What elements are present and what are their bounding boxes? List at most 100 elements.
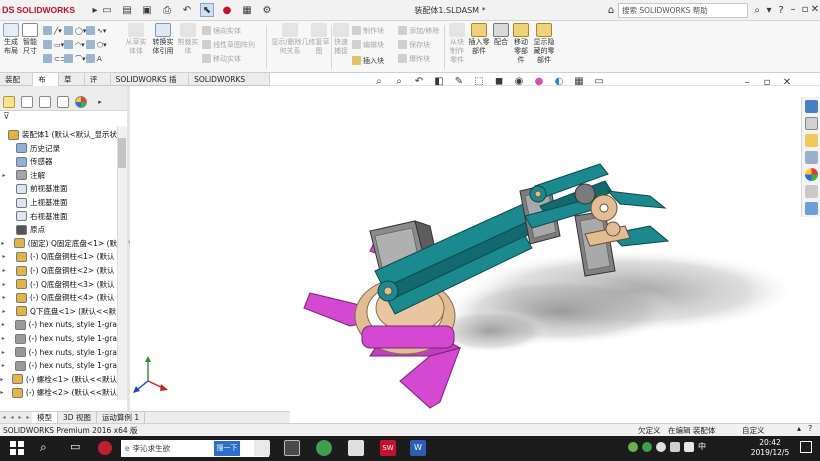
configuration-manager-tab-icon[interactable] <box>39 96 51 108</box>
more-tabs-icon[interactable]: ▸ <box>93 95 107 109</box>
close-button[interactable]: ✕ <box>808 2 820 18</box>
spline-tool[interactable]: ∿▾ <box>86 25 106 36</box>
expand-arrow-icon[interactable]: ▸ <box>0 321 7 328</box>
make-block-tool[interactable]: 制作块 <box>352 25 384 36</box>
first-tab-icon[interactable]: ◂ <box>0 412 8 423</box>
solidworks-taskbar-icon[interactable]: SW <box>380 440 396 456</box>
circle-tool[interactable]: ◯▾ <box>64 25 86 36</box>
expand-arrow-icon[interactable]: ▸ <box>0 294 8 301</box>
tree-item[interactable]: 装配体1 (默认<默认_显示状 <box>0 128 117 141</box>
options-icon[interactable]: ⚙ <box>260 3 274 17</box>
expand-arrow-icon[interactable]: ▸ <box>0 349 7 356</box>
help-status-icon[interactable]: ? <box>808 424 812 433</box>
block-entities-button[interactable]: 从草实体体 <box>124 23 148 56</box>
tree-item[interactable]: 上视基准面 <box>0 196 117 209</box>
home-icon[interactable]: ⌂ <box>604 3 618 17</box>
ime-icon[interactable]: 中 <box>698 442 706 452</box>
expand-arrow-icon[interactable]: ▸ <box>0 172 8 179</box>
store-icon[interactable] <box>348 440 364 456</box>
tree-item[interactable]: ▸ (-) 螺栓<1> (默认<<默认 <box>0 373 117 386</box>
mail-icon[interactable] <box>284 440 300 456</box>
tab-addins[interactable]: SOLIDWORKS 插件 <box>111 73 190 95</box>
next-tab-icon[interactable]: ▸ <box>16 412 24 423</box>
display-relations-button[interactable]: 显示/删除几何关系 <box>270 23 310 56</box>
file-properties-icon[interactable]: ▦ <box>240 3 254 17</box>
tree-item[interactable]: ▸ (-) hex nuts, style 1-gra <box>0 346 117 359</box>
help-search-input[interactable]: 搜索 SOLIDWORKS 帮助 <box>618 3 748 18</box>
fillet-tool[interactable]: ⌒▾ <box>64 53 86 64</box>
insert-block-tool[interactable]: 插入块 <box>352 55 384 66</box>
tree-item[interactable]: ▸ 注解 <box>0 169 117 182</box>
browser-icon[interactable] <box>98 441 112 455</box>
tree-item[interactable]: 原点 <box>0 223 117 236</box>
dimxpert-tab-icon[interactable] <box>57 96 69 108</box>
tab-sketch[interactable]: 草图 <box>59 73 85 95</box>
insert-part-button[interactable]: 插入零部件 <box>468 23 490 56</box>
new-file-icon[interactable]: ▭ <box>100 3 114 17</box>
expand-arrow-icon[interactable]: ▸ <box>0 253 8 260</box>
tab-3d-views[interactable]: 3D 视图 <box>58 412 97 423</box>
tab-motion-study[interactable]: 运动算例 1 <box>97 412 146 423</box>
undo-icon[interactable]: ↶ <box>180 3 194 17</box>
tree-item[interactable]: 传感器 <box>0 155 117 168</box>
rectangle-tool[interactable]: ▭▾ <box>43 39 64 50</box>
search-icon[interactable]: ⌕ <box>40 440 47 455</box>
repair-sketch-button[interactable]: 修复草图 <box>308 23 330 56</box>
polygon-tool[interactable]: ⬡▾ <box>86 39 107 50</box>
open-file-icon[interactable]: ▤ <box>120 3 134 17</box>
units-dropdown-icon[interactable]: ▴ <box>797 424 801 433</box>
solidworks-logo[interactable]: DS SOLIDWORKS <box>2 3 86 17</box>
task-view-icon[interactable]: ▭ <box>70 440 80 453</box>
expand-arrow-icon[interactable]: ▸ <box>0 308 8 315</box>
word-icon[interactable]: W <box>410 440 426 456</box>
file-explorer-taskbar-icon[interactable] <box>254 440 270 456</box>
appearances-icon[interactable] <box>805 168 818 181</box>
tree-item[interactable]: ▸ (-) Q底盘铜柱<3> (默认 <box>0 278 117 291</box>
linear-pattern-tool[interactable]: 线性草图阵列 <box>202 39 255 50</box>
windows-start-icon[interactable] <box>10 441 24 455</box>
rebuild-icon[interactable]: ● <box>220 3 234 17</box>
mate-button[interactable]: 配合 <box>492 23 510 47</box>
volume-icon[interactable] <box>684 442 694 452</box>
graphics-area[interactable] <box>130 86 801 411</box>
prev-tab-icon[interactable]: ◂ <box>8 412 16 423</box>
tree-item[interactable]: 历史记录 <box>0 142 117 155</box>
arc-tool[interactable]: ◠▾ <box>64 39 85 50</box>
tree-item[interactable]: ▸ (固定) Q固定底盘<1> (默 <box>0 237 117 250</box>
trim-entities-button[interactable]: 剪裁实体 <box>177 23 199 56</box>
tab-model[interactable]: 模型 <box>32 412 58 423</box>
notifications-icon[interactable] <box>800 441 812 453</box>
tree-item[interactable]: ▸ (-) Q底盘铜柱<2> (默认 <box>0 264 117 277</box>
save-block-tool[interactable]: 保存块 <box>398 39 430 50</box>
tray-app-icon[interactable] <box>656 442 666 452</box>
expand-arrow-icon[interactable]: ▸ <box>0 362 7 369</box>
property-manager-tab-icon[interactable] <box>21 96 33 108</box>
last-tab-icon[interactable]: ▸ <box>24 412 32 423</box>
edit-block-tool[interactable]: 编辑块 <box>352 39 384 50</box>
taskbar-clock[interactable]: 20:42 2019/12/5 <box>750 438 790 458</box>
solidworks-resources-icon[interactable] <box>805 100 818 113</box>
taskbar-search-input[interactable]: e 李沁求生欲 <box>121 440 269 457</box>
tree-item[interactable]: 右视基准面 <box>0 210 117 223</box>
tree-item[interactable]: ▸ (-) hex nuts, style 1-gra <box>0 359 117 372</box>
make-part-button[interactable]: 从块制作零件 <box>447 23 467 65</box>
tree-item[interactable]: ▸ (-) Q底盘铜柱<1> (默认 <box>0 250 117 263</box>
tray-app-icon[interactable] <box>628 442 638 452</box>
tree-item[interactable]: 前视基准面 <box>0 182 117 195</box>
expand-arrow-icon[interactable]: ▸ <box>0 240 6 247</box>
chat-icon[interactable] <box>316 440 332 456</box>
feature-tree-tab-icon[interactable] <box>3 96 15 108</box>
custom-properties-icon[interactable] <box>805 185 818 198</box>
line-tool[interactable]: ╱▾ <box>43 25 62 36</box>
convert-entities-button[interactable]: 转换实体引用 <box>150 23 176 56</box>
save-icon[interactable]: ▣ <box>140 3 154 17</box>
move-entities-tool[interactable]: 移动实体 <box>202 53 241 64</box>
add-remove-tool[interactable]: 添加/移除 <box>398 25 439 36</box>
smart-dimension-button[interactable]: 智能尺寸 <box>20 23 40 56</box>
tab-evaluate[interactable]: 评估 <box>85 73 111 95</box>
expand-arrow-icon[interactable]: ▸ <box>0 389 4 396</box>
filter-icon[interactable]: ⊽ <box>0 112 127 126</box>
display-manager-tab-icon[interactable] <box>75 96 87 108</box>
taskbar-search-button[interactable]: 搜一下 <box>214 441 240 456</box>
generate-layout-button[interactable]: 生成布局 <box>2 23 20 56</box>
